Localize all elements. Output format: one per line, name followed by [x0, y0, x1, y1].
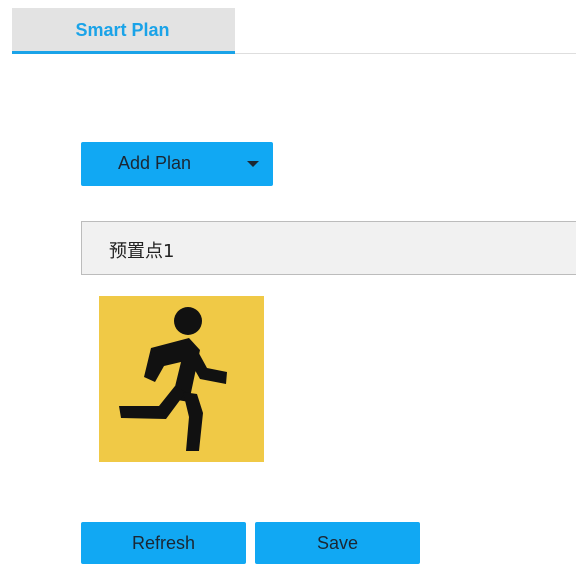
smart-plan-page: Smart Plan Add Plan 预置点1 Refresh Save — [0, 0, 576, 577]
preset-item[interactable]: 预置点1 — [81, 221, 576, 275]
tab-smart-plan[interactable]: Smart Plan — [12, 8, 235, 54]
refresh-button[interactable]: Refresh — [81, 522, 246, 564]
running-person-glyph — [119, 307, 227, 451]
preset-label: 预置点1 — [109, 241, 175, 262]
running-person-icon[interactable] — [99, 296, 264, 462]
save-button[interactable]: Save — [255, 522, 420, 564]
add-plan-label: Add Plan — [118, 153, 192, 173]
caret-down-icon — [247, 161, 259, 167]
tab-divider — [235, 53, 576, 54]
tab-label: Smart Plan — [75, 19, 170, 40]
tab-strip: Smart Plan — [12, 8, 576, 57]
add-plan-dropdown-button[interactable]: Add Plan — [81, 142, 273, 186]
